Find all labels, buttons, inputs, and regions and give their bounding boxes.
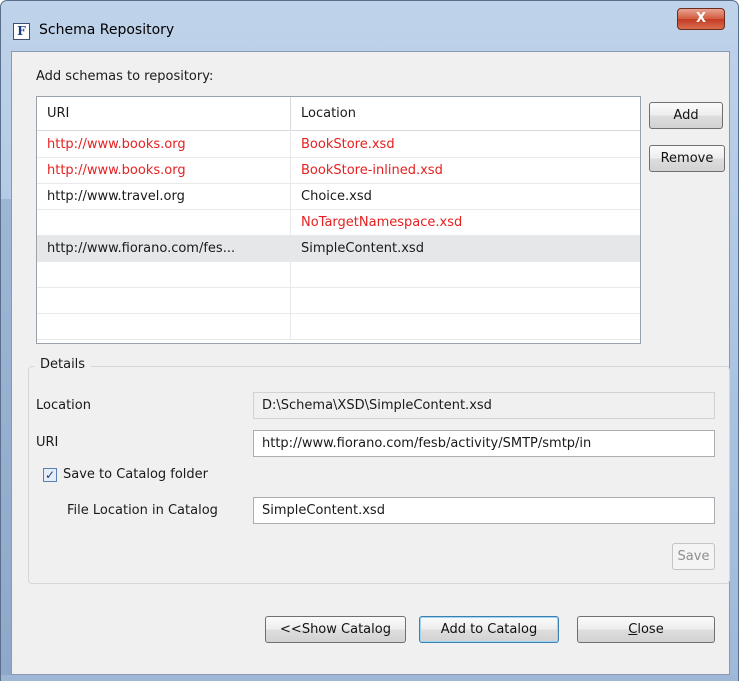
remove-schema-button[interactable]: Remove [649,145,725,172]
window-bottom-frame [1,675,738,681]
cell-uri [37,314,290,340]
column-header-location[interactable]: Location [290,97,640,131]
table-row[interactable]: http://www.travel.org Choice.xsd [37,184,640,210]
table-body: http://www.books.org BookStore.xsd http://… [37,132,640,340]
save-to-catalog-label[interactable]: Save to Catalog folder [63,467,208,482]
location-label: Location [36,398,91,413]
cell-location [290,262,640,288]
table-row[interactable] [37,288,640,314]
file-location-field[interactable]: SimpleContent.xsd [253,497,715,524]
close-button-mnemonic: C [628,622,638,637]
cell-uri: http://www.travel.org [47,189,185,204]
cell-uri: http://www.books.org [47,137,186,152]
schema-repository-window: F Schema Repository X Add schemas to rep… [0,0,739,681]
file-location-label: File Location in Catalog [67,503,218,518]
table-row[interactable]: http://www.books.org BookStore-inlined.xs… [37,158,640,184]
cell-uri [37,262,290,288]
cell-uri [37,210,290,236]
details-legend: Details [34,357,92,372]
add-schema-button[interactable]: Add [649,102,723,129]
location-field: D:\Schema\XSD\SimpleContent.xsd [253,392,715,419]
close-button-label: lose [637,622,664,637]
add-schemas-label: Add schemas to repository: [36,69,214,84]
window-left-frame [1,199,11,677]
save-to-catalog-checkbox[interactable]: ✓ [43,468,57,482]
column-header-uri[interactable]: URI [37,97,290,131]
cell-location: NoTargetNamespace.xsd [290,210,640,236]
app-icon: F [13,23,30,40]
add-to-catalog-button[interactable]: Add to Catalog [419,616,559,643]
save-button[interactable]: Save [672,543,715,570]
cell-uri: http://www.fiorano.com/fes... [47,241,236,256]
table-row[interactable]: NoTargetNamespace.xsd [37,210,640,236]
close-button[interactable]: Close [577,616,715,643]
cell-location [290,314,640,340]
cell-location: BookStore.xsd [290,132,640,158]
cell-location [290,288,640,314]
cell-location: SimpleContent.xsd [290,236,640,262]
cell-location: Choice.xsd [290,184,640,210]
table-row[interactable] [37,262,640,288]
uri-label: URI [36,435,59,450]
table-row[interactable] [37,314,640,340]
window-title: Schema Repository [39,22,175,38]
cell-uri: http://www.books.org [47,163,186,178]
cell-location: BookStore-inlined.xsd [290,158,640,184]
table-header: URI Location [37,97,640,131]
dialog-client-area: Add schemas to repository: URI Location … [11,51,730,675]
cell-uri [37,288,290,314]
schemas-table[interactable]: URI Location http://www.books.org BookSto… [36,96,641,344]
close-window-button[interactable]: X [677,8,725,30]
table-row[interactable]: http://www.books.org BookStore.xsd [37,132,640,158]
title-bar[interactable]: F Schema Repository X [1,1,738,51]
table-row[interactable]: http://www.fiorano.com/fes... SimpleConte… [37,236,640,262]
show-catalog-button[interactable]: <<Show Catalog [265,616,406,643]
uri-field[interactable]: http://www.fiorano.com/fesb/activity/SMT… [253,430,715,457]
